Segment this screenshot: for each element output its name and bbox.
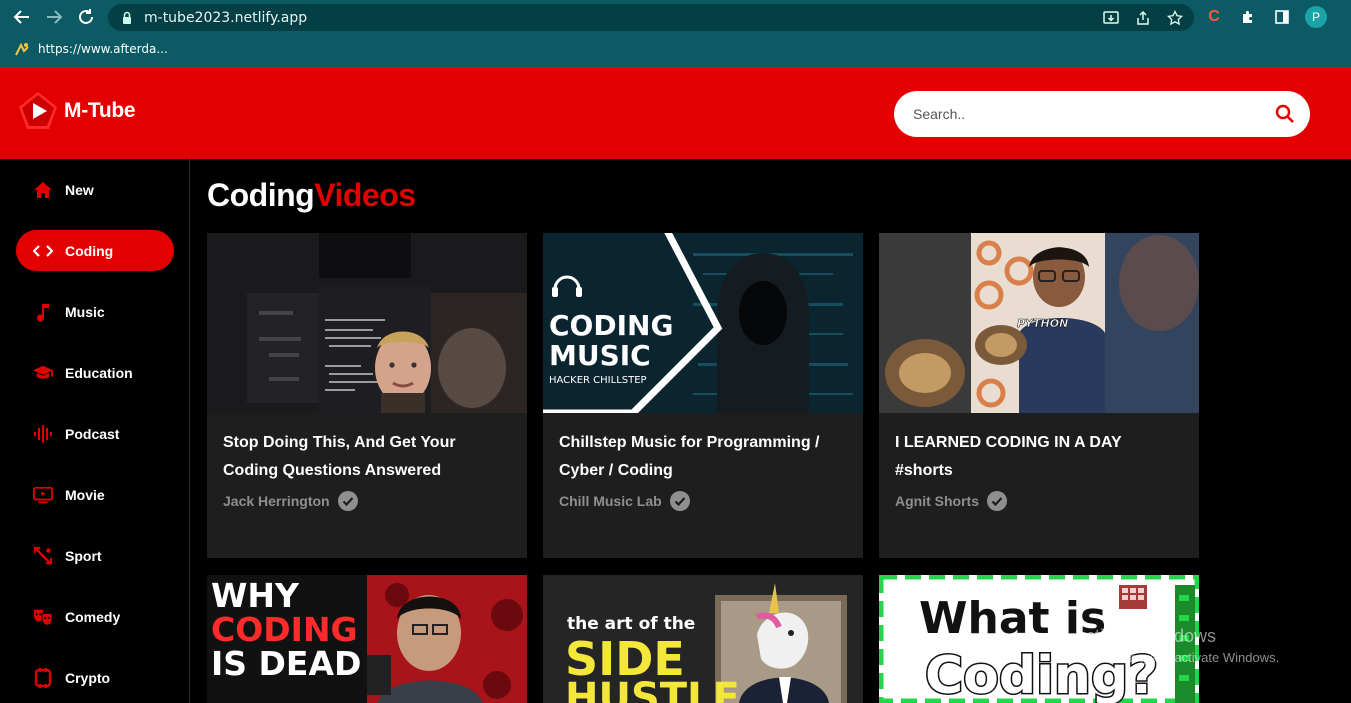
sidebar-item-new[interactable]: New xyxy=(16,169,174,210)
install-app-icon[interactable] xyxy=(1102,9,1120,27)
reload-icon xyxy=(79,9,93,24)
sport-icon xyxy=(33,546,53,566)
sidebar-item-movie[interactable]: Movie xyxy=(16,474,174,515)
sidebar-item-comedy[interactable]: Comedy xyxy=(16,596,174,637)
sidebar-item-podcast[interactable]: Podcast xyxy=(16,413,174,454)
thumb-line2: MUSIC xyxy=(549,339,651,372)
video-title[interactable]: Stop Doing This, And Get Your Coding Que… xyxy=(223,429,511,485)
site-info-icon[interactable] xyxy=(120,11,134,25)
address-bar[interactable]: m-tube2023.netlify.app xyxy=(108,4,1194,31)
forward-button[interactable] xyxy=(42,5,66,29)
video-card[interactable]: Stop Doing This, And Get Your Coding Que… xyxy=(207,233,527,558)
sidebar-item-label: Crypto xyxy=(65,669,111,686)
video-thumbnail[interactable]: WHY CODING IS DEAD xyxy=(207,575,527,703)
mtube-logo-icon xyxy=(19,92,57,129)
sidebar-item-crypto[interactable]: Crypto xyxy=(16,657,174,698)
channel-name[interactable]: Jack Herrington xyxy=(223,493,330,509)
sidebar-item-sport[interactable]: Sport xyxy=(16,535,174,576)
thumb-line1: CODING xyxy=(549,309,673,342)
main-content: CodingVideos Stop Doing This, And Get Yo… xyxy=(191,159,1351,703)
bookmark-star-icon[interactable] xyxy=(1166,9,1184,27)
search-icon[interactable] xyxy=(1274,103,1296,125)
brand-name: M-Tube xyxy=(64,99,136,122)
masks-icon xyxy=(33,607,53,627)
verified-check-icon xyxy=(669,491,690,511)
brand-logo[interactable]: M-Tube xyxy=(16,89,136,133)
extension-c-icon[interactable]: C xyxy=(1203,6,1225,28)
channel-row: Agnit Shorts xyxy=(895,491,1183,511)
back-button[interactable] xyxy=(10,5,34,29)
thumb-line1: What is xyxy=(919,593,1106,644)
browser-chrome: m-tube2023.netlify.app C P https://www.a… xyxy=(0,0,1351,67)
sidebar-item-music[interactable]: Music xyxy=(16,291,174,332)
sidebar-item-coding[interactable]: Coding xyxy=(16,230,174,271)
video-title[interactable]: Chillstep Music for Programming / Cyber … xyxy=(559,429,847,485)
video-card[interactable]: CODING MUSIC HACKER CHILLSTEP Chillstep … xyxy=(543,233,863,558)
thumb-tag: PYTHON xyxy=(1017,317,1068,330)
sidebar-item-label: Sport xyxy=(65,547,102,564)
sidebar-item-label: Coding xyxy=(65,242,114,259)
search-bar xyxy=(894,91,1310,137)
bookmark-favicon-icon xyxy=(15,42,29,56)
tv-icon xyxy=(33,485,53,505)
title-accent: Videos xyxy=(314,177,416,213)
sidebar-item-label: Comedy xyxy=(65,608,121,625)
video-thumbnail[interactable]: PYTHON xyxy=(879,233,1199,413)
thumb-line3: IS DEAD xyxy=(211,644,361,683)
reload-button[interactable] xyxy=(74,5,98,29)
music-note-icon xyxy=(33,302,53,322)
channel-row: Chill Music Lab xyxy=(559,491,847,511)
code-icon xyxy=(33,241,53,261)
search-input[interactable] xyxy=(913,106,1253,122)
video-card[interactable]: PYTHON I LEARNED CODING IN A DAY #shorts… xyxy=(879,233,1199,558)
video-thumbnail[interactable]: CODING MUSIC HACKER CHILLSTEP xyxy=(543,233,863,413)
arrow-right-icon xyxy=(47,10,63,24)
video-thumbnail[interactable]: What is Coding? xyxy=(879,575,1199,703)
title-prefix: Coding xyxy=(207,177,315,213)
verified-check-icon xyxy=(987,491,1007,511)
video-title[interactable]: I LEARNED CODING IN A DAY #shorts xyxy=(895,429,1183,485)
crypto-icon xyxy=(33,667,53,688)
thumb-line3: HACKER CHILLSTEP xyxy=(549,375,647,386)
page-title: CodingVideos xyxy=(207,177,416,214)
category-sidebar: New Coding Music Education Podcast Movie… xyxy=(0,159,190,703)
channel-name[interactable]: Agnit Shorts xyxy=(895,493,979,509)
app-header: M-Tube xyxy=(0,67,1351,159)
thumb-line1: the art of the xyxy=(567,614,695,634)
sidebar-item-label: Podcast xyxy=(65,425,120,442)
sidebar-item-label: Education xyxy=(65,364,133,381)
thumb-line3: HUSTLE xyxy=(565,675,740,703)
sidebar-item-label: Movie xyxy=(65,486,105,503)
podcast-icon xyxy=(33,424,53,444)
sidebar-item-label: New xyxy=(65,181,94,198)
profile-avatar[interactable]: P xyxy=(1305,6,1327,28)
sidebar-item-label: Music xyxy=(65,303,105,320)
channel-row: Jack Herrington xyxy=(223,491,511,511)
home-icon xyxy=(33,180,53,200)
side-panel-icon[interactable] xyxy=(1271,6,1293,28)
thumb-line2: Coding? xyxy=(925,646,1158,703)
sidebar-item-education[interactable]: Education xyxy=(16,352,174,393)
channel-name[interactable]: Chill Music Lab xyxy=(559,493,662,509)
arrow-left-icon xyxy=(13,10,29,24)
bookmark-link[interactable]: https://www.afterda... xyxy=(38,42,168,56)
verified-check-icon xyxy=(337,491,358,511)
share-icon[interactable] xyxy=(1134,9,1152,27)
video-thumbnail[interactable]: the art of the SIDE HUSTLE xyxy=(543,575,863,703)
extensions-puzzle-icon[interactable] xyxy=(1237,6,1259,28)
graduation-cap-icon xyxy=(33,363,53,383)
video-thumbnail[interactable] xyxy=(207,233,527,413)
url-text: m-tube2023.netlify.app xyxy=(144,9,308,26)
